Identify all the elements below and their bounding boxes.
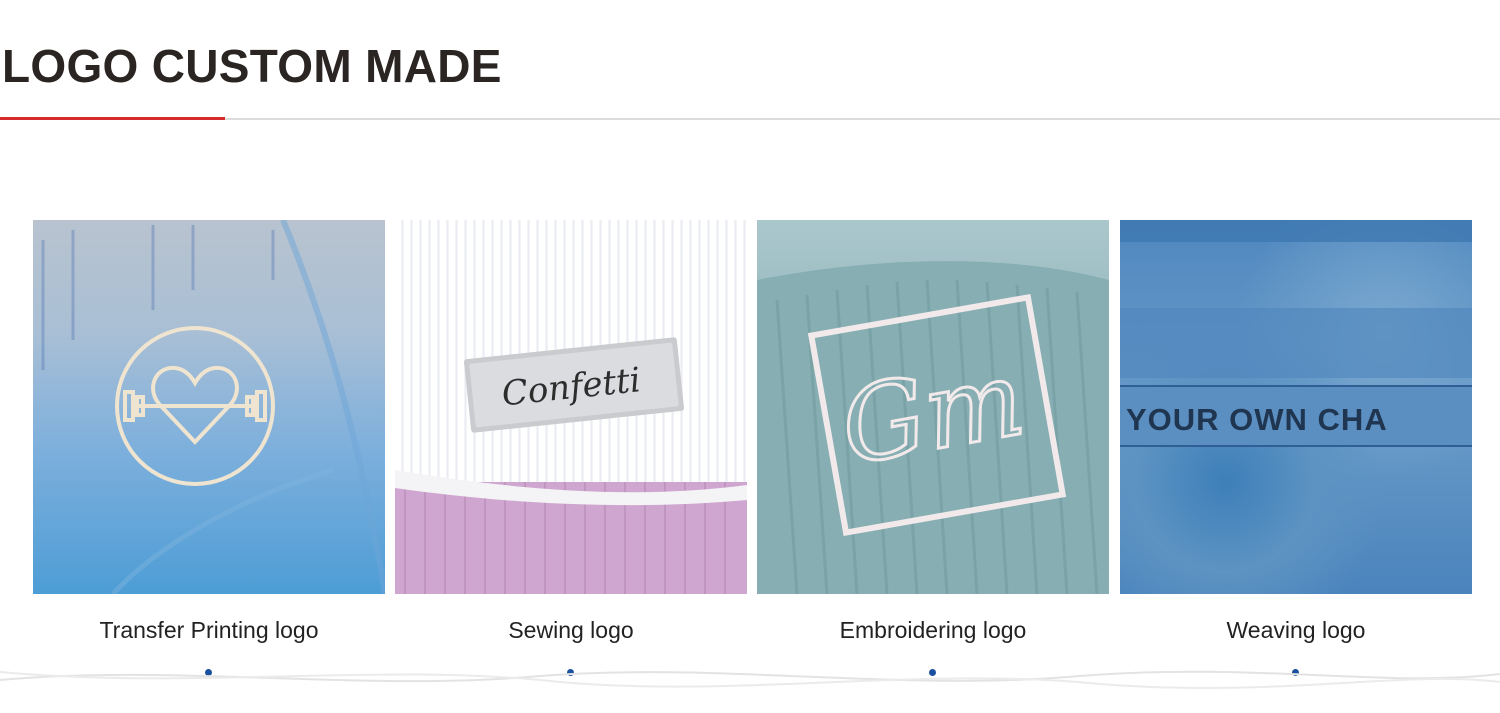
embroidering-illustration: Gm: [757, 261, 1109, 594]
page-title: LOGO CUSTOM MADE: [2, 40, 502, 92]
embroidering-photo[interactable]: Gm: [757, 220, 1109, 594]
card-caption[interactable]: Transfer Printing logo: [33, 616, 385, 644]
weaving-photo[interactable]: YOUR OWN CHA: [1120, 220, 1472, 594]
card-sewing[interactable]: Confetti Sewing logo: [395, 220, 747, 676]
card-transfer-printing[interactable]: Transfer Printing logo: [33, 220, 385, 676]
decorative-wave-lines: [0, 670, 1500, 689]
woven-label-text: YOUR OWN CHA: [1126, 402, 1388, 437]
card-embroidering[interactable]: Gm Embroidering logo: [757, 220, 1109, 676]
sewing-illustration: Confetti: [395, 337, 747, 594]
title-accent-underline: [0, 117, 225, 120]
transfer-printing-photo[interactable]: [33, 220, 385, 594]
sewing-photo[interactable]: Confetti: [395, 220, 747, 594]
card-weaving[interactable]: YOUR OWN CHA Weaving logo: [1120, 220, 1472, 676]
section-header: LOGO CUSTOM MADE: [0, 0, 1500, 122]
title-divider: [0, 118, 1500, 120]
card-caption[interactable]: Embroidering logo: [757, 616, 1109, 644]
weaving-illustration: YOUR OWN CHA: [1120, 220, 1472, 447]
transfer-printing-illustration: [41, 220, 385, 594]
card-caption[interactable]: Weaving logo: [1120, 616, 1472, 644]
heart-barbell-icon: [115, 326, 275, 486]
card-caption[interactable]: Sewing logo: [395, 616, 747, 644]
logo-type-gallery: Transfer Printing logo Confetti Sewing l…: [33, 220, 1473, 680]
